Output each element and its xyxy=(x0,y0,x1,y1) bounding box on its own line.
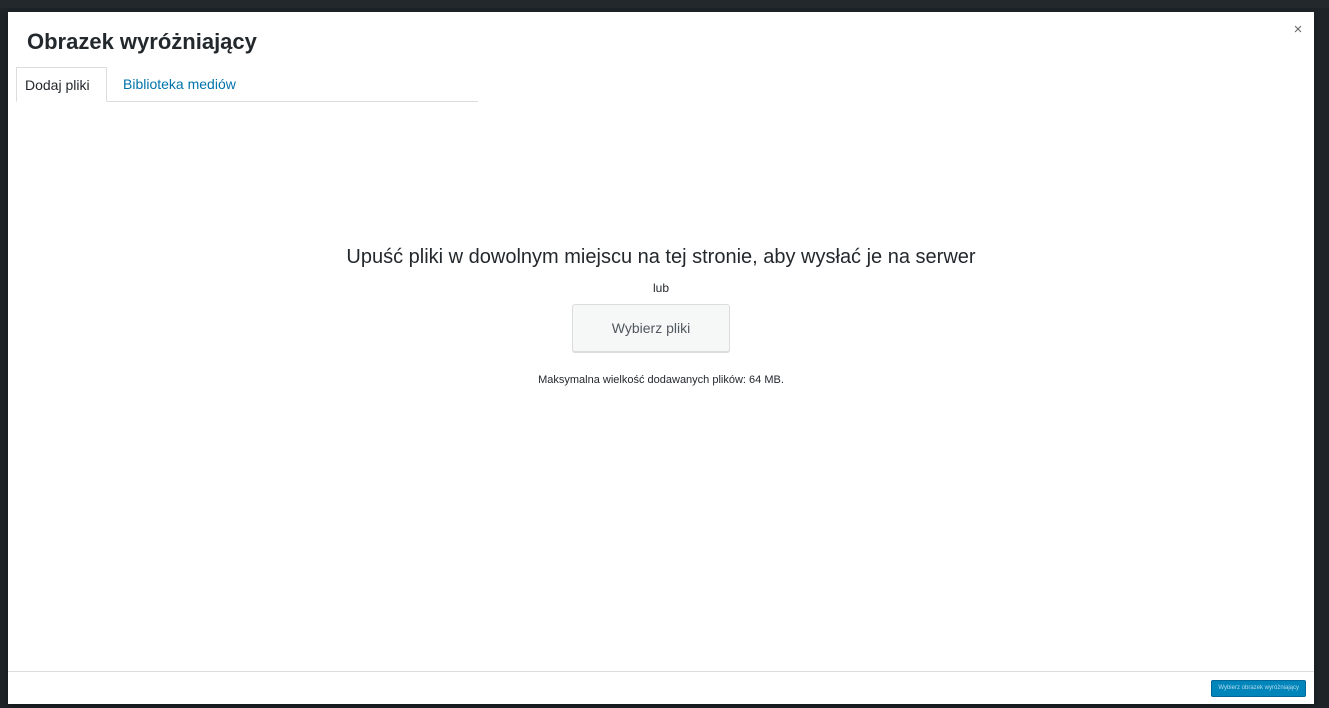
or-label: lub xyxy=(652,281,669,295)
max-upload-size: Maksymalna wielkość dodawanych plików: 6… xyxy=(538,374,784,386)
select-files-button[interactable]: Wybierz pliki xyxy=(572,304,730,352)
featured-image-modal: Obrazek wyróżniający × Dodaj pliki Bibli… xyxy=(8,12,1314,704)
tab-bar: Dodaj pliki Biblioteka mediów xyxy=(16,67,478,102)
tab-upload-files[interactable]: Dodaj pliki xyxy=(16,67,107,102)
upload-dropzone[interactable]: Upuść pliki w dowolnym miejscu na tej st… xyxy=(8,102,1314,672)
modal-toolbar: Wybierz obrazek wyróżniający xyxy=(8,671,1314,704)
set-featured-image-button[interactable]: Wybierz obrazek wyróżniający xyxy=(1211,680,1306,697)
modal-title: Obrazek wyróżniający xyxy=(27,29,257,54)
close-icon[interactable]: × xyxy=(1286,18,1310,42)
drop-instructions: Upuść pliki w dowolnym miejscu na tej st… xyxy=(346,246,976,268)
tab-media-library[interactable]: Biblioteka mediów xyxy=(115,67,244,101)
admin-bar xyxy=(0,0,1329,8)
